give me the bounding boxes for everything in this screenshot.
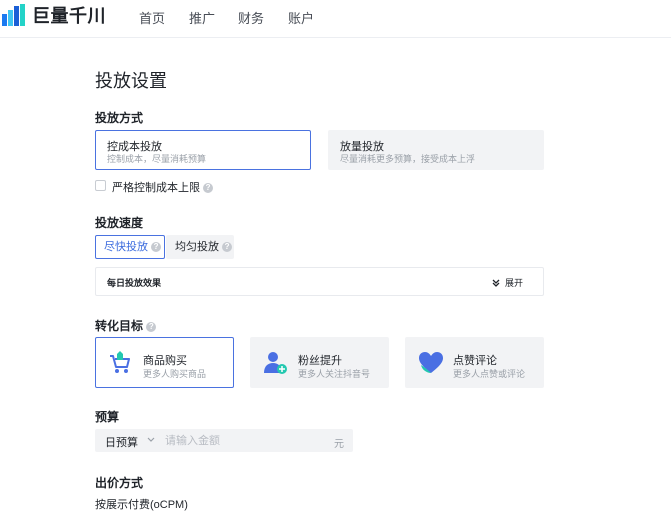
goal-option-title: 粉丝提升	[298, 355, 342, 367]
nav-finance[interactable]: 财务	[238, 8, 264, 27]
strict-cost-row: 严格控制成本上限 ?	[112, 179, 214, 195]
speed-option-label: 尽快投放	[104, 241, 148, 253]
goal-option-likes[interactable]: 点赞评论 更多人点赞或评论	[405, 337, 544, 388]
heart-icon	[419, 352, 443, 373]
budget-amount-input[interactable]	[165, 431, 325, 450]
budget-type-select[interactable]: 日预算	[105, 434, 138, 450]
chevron-double-down-icon	[492, 279, 500, 287]
top-navbar: 巨量千川 首页 推广 财务 账户	[0, 0, 671, 38]
nav-account[interactable]: 账户	[288, 8, 314, 27]
cart-icon	[110, 351, 130, 373]
delivery-option-desc: 尽量消耗更多预算，接受成本上浮	[340, 154, 476, 164]
bidding-label: 出价方式	[95, 476, 144, 490]
add-user-icon	[264, 352, 287, 374]
nav-home[interactable]: 首页	[139, 8, 165, 27]
conversion-goal-row: 转化目标 ?	[95, 317, 157, 334]
help-icon[interactable]: ?	[151, 242, 162, 253]
chevron-down-icon[interactable]	[147, 437, 155, 443]
conversion-goal-label: 转化目标	[95, 319, 144, 333]
goal-option-purchase[interactable]: 商品购买 更多人购买商品	[95, 337, 234, 388]
goal-option-title: 点赞评论	[453, 355, 497, 367]
bidding-method-value: 按展示付费(oCPM)	[95, 499, 188, 511]
help-icon[interactable]: ?	[146, 321, 157, 332]
delivery-method-label: 投放方式	[95, 111, 144, 125]
delivery-speed-label: 投放速度	[95, 216, 144, 230]
goal-option-desc: 更多人关注抖音号	[298, 369, 371, 379]
logo[interactable]: 巨量千川	[2, 4, 106, 26]
expand-label: 展开	[504, 278, 523, 288]
strict-cost-label: 严格控制成本上限	[112, 182, 200, 194]
help-icon[interactable]: ?	[222, 242, 233, 253]
daily-effect-label: 每日投放效果	[107, 278, 162, 288]
goal-option-title: 商品购买	[143, 355, 187, 367]
budget-label: 预算	[95, 410, 120, 424]
expand-toggle[interactable]: 展开	[492, 276, 523, 289]
budget-unit: 元	[334, 439, 344, 450]
goal-option-desc: 更多人点赞或评论	[453, 369, 526, 379]
speed-option-even[interactable]: 均匀投放 ?	[166, 235, 234, 259]
delivery-option-cost-control[interactable]: 控成本投放 控制成本，尽量消耗预算	[95, 130, 311, 170]
speed-option-fast[interactable]: 尽快投放 ?	[95, 235, 165, 259]
help-icon[interactable]: ?	[203, 183, 214, 194]
delivery-option-desc: 控制成本，尽量消耗预算	[107, 154, 207, 164]
delivery-option-volume[interactable]: 放量投放 尽量消耗更多预算，接受成本上浮	[328, 130, 544, 170]
daily-effect-panel: 每日投放效果 展开	[95, 267, 544, 296]
logo-text: 巨量千川	[32, 6, 106, 26]
goal-option-desc: 更多人购买商品	[143, 369, 207, 379]
logo-icon	[2, 4, 25, 26]
budget-field: 日预算 元	[95, 429, 353, 452]
goal-option-followers[interactable]: 粉丝提升 更多人关注抖音号	[250, 337, 389, 388]
nav-promotion[interactable]: 推广	[189, 8, 215, 27]
speed-option-label: 均匀投放	[175, 241, 219, 253]
strict-cost-checkbox[interactable]	[95, 180, 106, 191]
page-title: 投放设置	[95, 71, 167, 91]
